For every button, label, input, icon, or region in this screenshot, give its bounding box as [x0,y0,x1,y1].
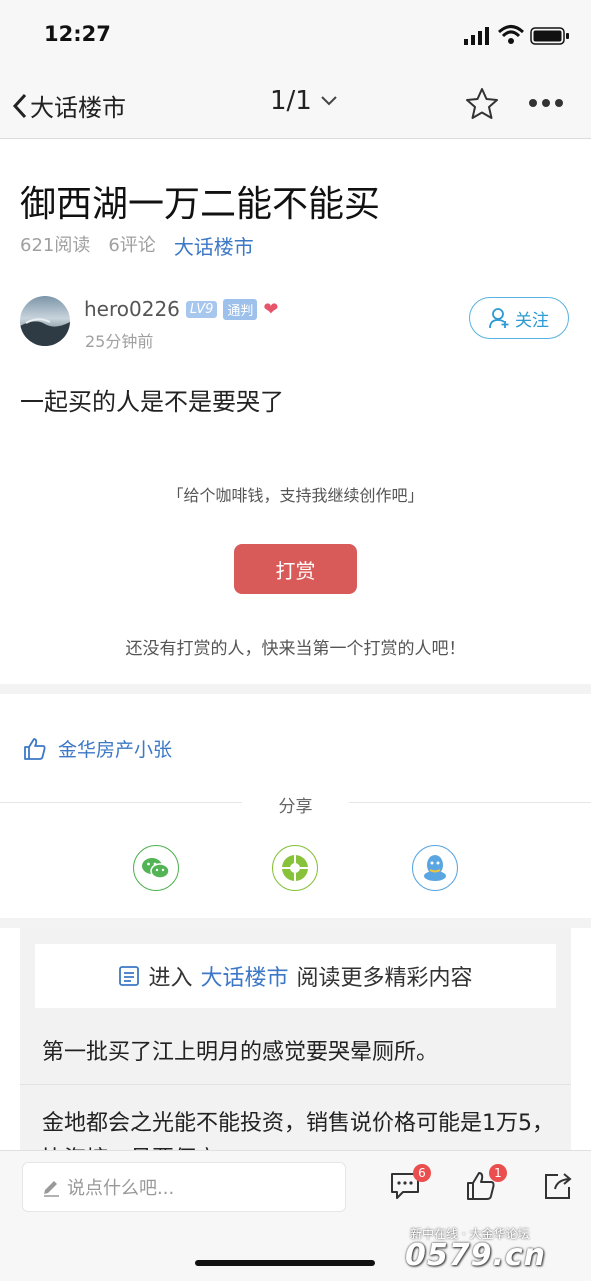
chevron-down-icon [321,96,337,106]
home-indicator [195,1260,375,1266]
chevron-left-icon [12,93,27,118]
favorite-star-icon[interactable] [464,86,500,122]
post-meta: 621阅读 6评论 大话楼市 [20,231,254,260]
nav-bar: 大话楼市 1/1 [0,70,591,139]
comment-placeholder: 说点什么吧... [67,1178,175,1199]
level-badge: LV9 [185,300,218,318]
battery-icon [530,27,569,45]
tip-button[interactable]: 打赏 [234,544,357,594]
comment-count: 6评论 [108,235,156,256]
status-bar: 12:27 [0,0,591,70]
post-title: 御西湖一万二能不能买 [20,184,381,225]
divider [20,1084,571,1085]
liker-name[interactable]: 金华房产小张 [58,735,172,762]
document-icon [119,966,140,986]
post-content: 一起买的人是不是要哭了 [20,388,284,416]
related-forum-name: 大话楼市 [200,966,289,991]
share-label: 分享 [278,797,313,817]
like-button[interactable]: 1 [465,1164,507,1206]
wechat-icon [142,858,170,879]
share-qq-button[interactable] [412,845,458,891]
section-divider [0,684,591,694]
author-row: hero0226 LV9 通判 ❤ [84,297,278,321]
forum-link[interactable]: 大话楼市 [174,231,254,260]
heart-icon: ❤ [263,298,279,320]
moments-icon [282,855,308,881]
cellular-signal-icon [464,27,489,45]
status-time: 12:27 [44,22,111,46]
qq-icon [424,855,446,881]
share-moments-button[interactable] [272,845,318,891]
role-badge: 通判 [223,298,258,320]
like-count-badge: 1 [489,1164,507,1182]
avatar-image [20,318,70,346]
tip-prompt: 「给个咖啡钱，支持我继续创作吧」 [167,486,424,505]
pencil-icon [44,1181,59,1197]
more-options-icon[interactable] [528,98,564,108]
share-wechat-button[interactable] [133,845,179,891]
section-divider [0,918,591,928]
liker-list: 金华房产小张 [22,735,172,762]
enter-suffix: 阅读更多精彩内容 [296,966,473,991]
share-button[interactable] [542,1170,574,1206]
comments-button[interactable]: 6 [389,1164,431,1206]
post-time: 25分钟前 [85,332,154,351]
tip-empty-message: 还没有打赏的人，快来当第一个打赏的人吧！ [125,639,466,659]
enter-forum-link[interactable]: 进入 大话楼市 阅读更多精彩内容 [35,944,556,1008]
back-label: 大话楼市 [30,94,126,122]
back-button[interactable]: 大话楼市 [12,88,126,123]
comment-count-badge: 6 [413,1164,431,1182]
author-name[interactable]: hero0226 [84,297,180,321]
wifi-icon [498,25,524,44]
related-post-item[interactable]: 第一批买了江上明月的感觉要哭晕厕所。 [42,1034,438,1066]
page-indicator: 1/1 [270,86,312,116]
enter-prefix: 进入 [148,966,193,991]
add-user-icon [489,308,509,329]
comment-input[interactable]: 说点什么吧... [22,1162,346,1212]
page-selector[interactable]: 1/1 [270,86,338,116]
related-post-item[interactable]: 金地都会之光能不能投资，销售说价格可能是1万5，比海塘一号要便宜 [42,1106,562,1150]
share-icon [545,1173,572,1199]
follow-button[interactable]: 关注 [469,297,569,339]
follow-label: 关注 [515,310,549,331]
read-count: 621阅读 [20,235,91,256]
avatar[interactable] [20,296,70,346]
watermark-logo: 0579.cn [405,1238,547,1273]
thumbs-up-icon [24,737,46,760]
